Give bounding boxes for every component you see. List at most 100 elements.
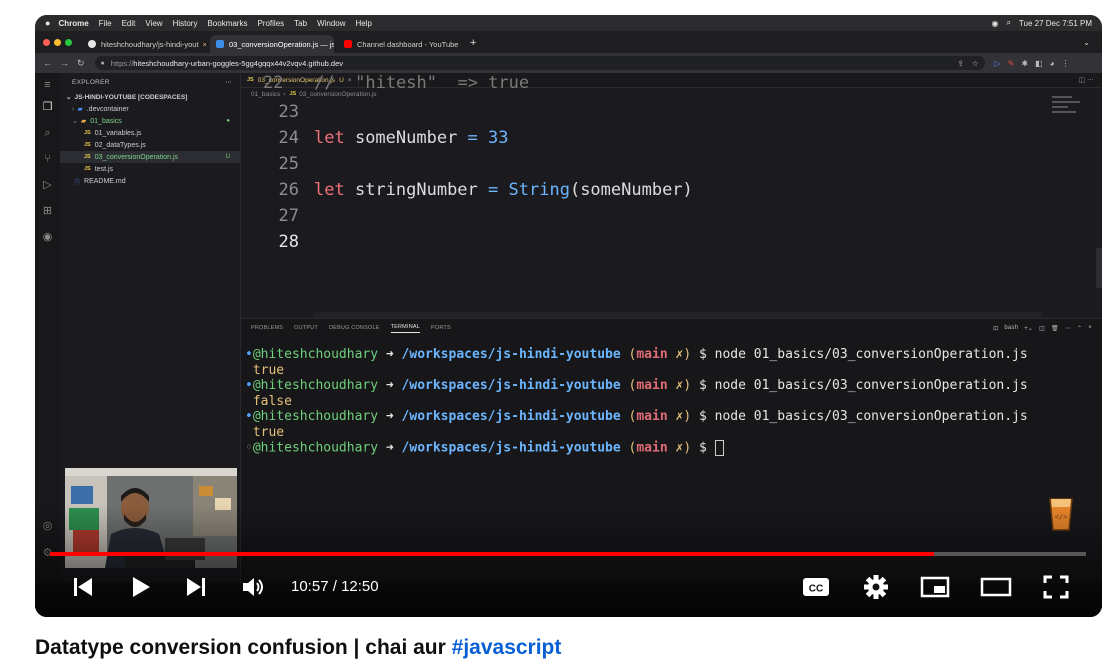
- folder-icon: ▰: [77, 106, 83, 113]
- hashtag-link[interactable]: #javascript: [452, 636, 562, 659]
- add-terminal-icon: +⌄: [1024, 325, 1034, 332]
- puzzle-icon: ✱: [1021, 58, 1029, 68]
- menubar-item-help: Help: [355, 18, 372, 28]
- close-icon: ×: [1088, 324, 1092, 331]
- menubar-item-history: History: [172, 18, 198, 28]
- terminal-output: • @hiteshchoudhary ➜ /workspaces/js-hindi…: [245, 347, 1028, 456]
- menubar-item-profiles: Profiles: [257, 18, 285, 28]
- browser-tab-youtube: Channel dashboard - YouTube ×: [338, 35, 462, 53]
- close-tab-icon: ×: [202, 39, 206, 49]
- terminal-cursor: [714, 440, 724, 456]
- back-icon: ←: [43, 57, 52, 68]
- url-scheme: https://: [110, 58, 134, 68]
- terminal-command: node 01_basics/03_conversionOperation.js: [714, 378, 1028, 393]
- progress-bar[interactable]: [50, 552, 1086, 556]
- identifier: stringNumber: [344, 180, 489, 200]
- files-icon: ❐: [42, 101, 53, 113]
- video-player[interactable]: ● Chrome File Edit View History Bookmark…: [35, 15, 1102, 617]
- browser-tab-label: Channel dashboard - YouTube: [357, 39, 459, 49]
- menubar-item-tab: Tab: [294, 18, 308, 28]
- browser-tab-github: hiteshchoudhary/js-hindi-yout ×: [82, 35, 206, 53]
- terminal-prompt-line: •@hiteshchoudhary ➜ /workspaces/js-hindi…: [245, 409, 1028, 424]
- panel-tab-output: OUTPUT: [294, 325, 318, 331]
- more-icon: ⋯: [225, 79, 232, 86]
- js-file-icon: JS: [84, 142, 91, 148]
- profile-icon: ◕: [1049, 58, 1055, 68]
- settings-button[interactable]: [861, 571, 891, 603]
- prompt-path: /workspaces/js-hindi-youtube: [401, 409, 621, 424]
- tree-item-label: test.js: [94, 165, 114, 173]
- vscode-icon: [216, 40, 224, 48]
- fullscreen-button[interactable]: [1041, 571, 1071, 603]
- js-file-icon: JS: [84, 154, 91, 160]
- next-button[interactable]: [182, 571, 210, 603]
- new-tab-icon: +: [470, 37, 477, 49]
- tree-file-03-conversion: JS 03_conversionOperation.js U: [60, 151, 240, 163]
- settings-gear-icon: [864, 575, 888, 599]
- code-line-26: 26 let stringNumber = String(someNumber): [241, 177, 1102, 203]
- prompt-arrow: ➜: [385, 440, 394, 456]
- mute-button[interactable]: [239, 571, 269, 603]
- browser-toolbar: ← → ↻ ● https:// hiteshchoudhary-urban-g…: [35, 53, 1102, 73]
- trash-icon: 🗑: [1051, 325, 1059, 332]
- wifi-icon: ◉: [991, 18, 999, 28]
- tree-item-label: .devcontainer: [86, 105, 129, 113]
- code-line-28: 28: [241, 229, 1102, 255]
- play-button[interactable]: [127, 571, 155, 603]
- player-controls: 10:57 / 12:50 CC: [35, 567, 1102, 607]
- prompt-branch: main: [636, 440, 668, 456]
- folder-icon: ▰: [80, 118, 87, 125]
- line-number: 23: [278, 102, 299, 122]
- svg-text:CC: CC: [809, 584, 823, 595]
- reload-icon: ↻: [77, 57, 85, 68]
- prompt-arrow: ➜: [385, 409, 394, 424]
- theater-mode-button[interactable]: [979, 571, 1013, 603]
- terminal-output-line: false: [245, 394, 1028, 410]
- code-comment: 22 // "hitesh" => true: [263, 73, 530, 93]
- github-icon: ◉: [42, 231, 53, 243]
- shell-name: bash: [1004, 324, 1019, 331]
- more-icon: ⋯: [1064, 325, 1072, 332]
- line-number: 25: [278, 154, 299, 174]
- github-icon: [88, 40, 96, 48]
- share-icon: ⇪: [957, 58, 964, 68]
- miniplayer-button[interactable]: [919, 571, 951, 603]
- time-display: 10:57 / 12:50: [291, 578, 379, 595]
- operator: =: [467, 128, 478, 148]
- terminal-output-line: true: [245, 363, 1028, 379]
- close-tab-icon: ×: [458, 40, 462, 49]
- prompt-path: /workspaces/js-hindi-youtube: [401, 440, 621, 456]
- previous-icon: [74, 578, 92, 596]
- chevron-up-icon: ⌃: [1077, 325, 1083, 332]
- extension-icon: ▷: [994, 58, 1001, 68]
- js-file-icon: JS: [84, 166, 91, 172]
- menubar-item-edit: Edit: [121, 18, 136, 28]
- chevron-down-icon: ⌄: [66, 94, 72, 101]
- browser-tab-codespace: 03_conversionOperation.js — js ×: [210, 35, 334, 53]
- chevron-right-icon: ›: [72, 105, 75, 113]
- code-line-24: 24 let someNumber = 33: [241, 125, 1102, 151]
- tree-file-01-variables: JS 01_variables.js: [60, 127, 240, 139]
- sidepanel-icon: ◧: [1035, 58, 1043, 68]
- volume-icon: [243, 578, 263, 596]
- prompt-dot-icon: •: [245, 378, 253, 393]
- duration: 12:50: [341, 578, 379, 595]
- tree-folder-01-basics: ⌄ ▰ 01_basics ●: [60, 115, 240, 127]
- lock-icon: ●: [100, 59, 105, 67]
- function-call: String: [508, 180, 570, 200]
- url-host: hiteshchoudhary-urban-goggles-5gg4gqqx44…: [133, 58, 344, 68]
- maximize-window-icon: [65, 39, 72, 46]
- prompt-user: @hiteshchoudhary: [252, 347, 379, 362]
- subtitles-button[interactable]: CC: [801, 571, 831, 603]
- number-literal: 33: [488, 128, 509, 148]
- tree-file-test: JS test.js: [60, 163, 240, 175]
- minimize-window-icon: [54, 39, 61, 46]
- terminal-prompt-line: •@hiteshchoudhary ➜ /workspaces/js-hindi…: [245, 347, 1028, 362]
- menubar-app-name: Chrome: [58, 18, 89, 28]
- untracked-badge: U: [225, 154, 230, 160]
- terminal-output-value: true: [252, 424, 285, 440]
- browser-tab-label: 03_conversionOperation.js — js: [229, 39, 334, 49]
- tree-file-02-datatypes: JS 02_dataTypes.js: [60, 139, 240, 151]
- previous-button[interactable]: [69, 571, 97, 603]
- browser-tab-strip: hiteshchoudhary/js-hindi-yout × 03_conve…: [35, 31, 1102, 53]
